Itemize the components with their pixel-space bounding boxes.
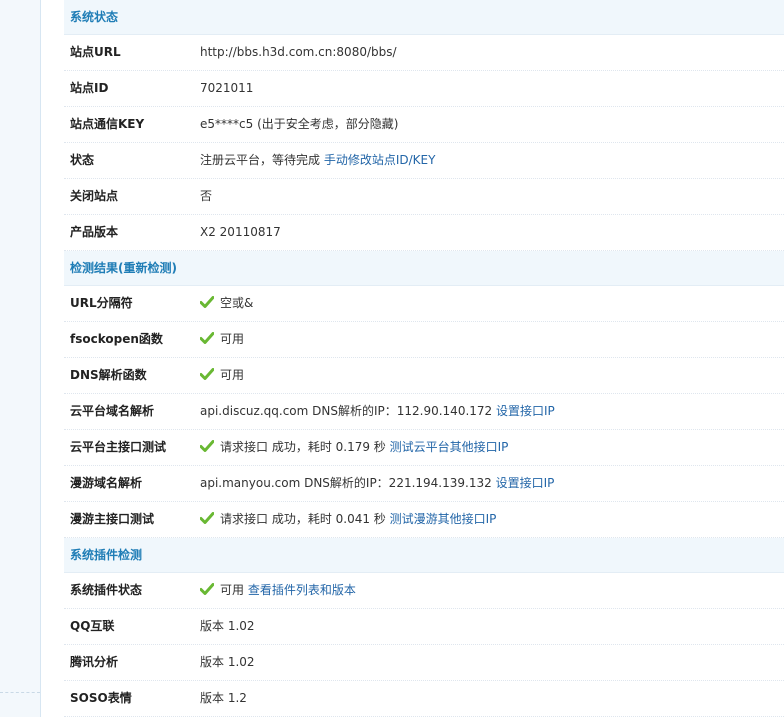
tencent-analytics-version: 版本 1.02 bbox=[200, 655, 255, 669]
fsockopen-text: 可用 bbox=[220, 332, 245, 346]
site-id-text: 7021011 bbox=[200, 81, 254, 95]
qq-connect-version: 版本 1.02 bbox=[200, 619, 255, 633]
row-label: 关闭站点 bbox=[70, 189, 119, 203]
row-label: fsockopen函数 bbox=[70, 332, 163, 346]
row-label: SOSO表情 bbox=[70, 691, 132, 705]
set-cloud-ip-link[interactable]: 设置接口IP bbox=[496, 404, 555, 418]
site-key-text: e5****c5 (出于安全考虑，部分隐藏) bbox=[200, 117, 399, 131]
row-label: 状态 bbox=[70, 153, 95, 167]
row-value: api.manyou.com DNS解析的IP：221.194.139.132 … bbox=[200, 466, 554, 501]
test-manyou-other-ip-link[interactable]: 测试漫游其他接口IP bbox=[390, 512, 497, 526]
row-label: 站点URL bbox=[70, 45, 121, 59]
section-title: 系统插件检测 bbox=[70, 548, 143, 562]
row-label: 腾讯分析 bbox=[70, 655, 119, 669]
section-check-results: 检测结果(重新检测) bbox=[64, 251, 784, 286]
row-value: 否 bbox=[200, 179, 212, 214]
row-value: 7021011 bbox=[200, 71, 253, 106]
cloud-dns-text: api.discuz.qq.com DNS解析的IP：112.90.140.17… bbox=[200, 404, 493, 418]
row-url-separator: URL分隔符 空或& bbox=[64, 286, 784, 322]
edit-site-id-key-link[interactable]: 手动修改站点ID/KEY bbox=[324, 153, 436, 167]
row-label: 漫游主接口测试 bbox=[70, 512, 155, 526]
row-value: 可用 bbox=[200, 358, 244, 393]
recheck-link[interactable]: 重新检测 bbox=[124, 261, 172, 275]
check-icon bbox=[200, 583, 214, 595]
set-manyou-ip-link[interactable]: 设置接口IP bbox=[496, 476, 555, 490]
cloud-api-test-text: 请求接口 成功，耗时 0.179 秒 bbox=[220, 440, 386, 454]
row-tencent-analytics: 腾讯分析 版本 1.02 bbox=[64, 645, 784, 681]
sidebar-divider bbox=[0, 692, 40, 693]
row-value: 版本 1.02 bbox=[200, 609, 255, 644]
row-value: 空或& bbox=[200, 286, 253, 321]
row-product-version: 产品版本 X2 20110817 bbox=[64, 215, 784, 251]
section-title: 系统状态 bbox=[70, 10, 119, 24]
status-text: 注册云平台，等待完成 bbox=[200, 153, 321, 167]
row-value: 可用 bbox=[200, 322, 244, 357]
row-cloud-dns: 云平台域名解析 api.discuz.qq.com DNS解析的IP：112.9… bbox=[64, 394, 784, 430]
close-site-text: 否 bbox=[200, 189, 213, 203]
row-label: DNS解析函数 bbox=[70, 368, 147, 382]
row-label: 站点通信KEY bbox=[70, 117, 145, 131]
row-value: 请求接口 成功，耗时 0.179 秒 测试云平台其他接口IP bbox=[200, 430, 508, 465]
product-version-text: X2 20110817 bbox=[200, 225, 281, 239]
row-value: e5****c5 (出于安全考虑，部分隐藏) bbox=[200, 107, 398, 142]
row-value: 可用 查看插件列表和版本 bbox=[200, 573, 356, 608]
row-value: X2 20110817 bbox=[200, 215, 281, 250]
site-url-text: http://bbs.h3d.com.cn:8080/bbs/ bbox=[200, 45, 397, 59]
row-cloud-api-test: 云平台主接口测试 请求接口 成功，耗时 0.179 秒 测试云平台其他接口IP bbox=[64, 430, 784, 466]
row-value: 注册云平台，等待完成 手动修改站点ID/KEY bbox=[200, 143, 435, 178]
row-manyou-api-test: 漫游主接口测试 请求接口 成功，耗时 0.041 秒 测试漫游其他接口IP bbox=[64, 502, 784, 538]
manyou-api-test-text: 请求接口 成功，耗时 0.041 秒 bbox=[220, 512, 386, 526]
row-label: URL分隔符 bbox=[70, 296, 133, 310]
row-dns-function: DNS解析函数 可用 bbox=[64, 358, 784, 394]
check-icon bbox=[200, 332, 214, 344]
plugin-status-text: 可用 bbox=[220, 583, 245, 597]
cloud-diagnostics-panel: 系统状态 站点URL http://bbs.h3d.com.cn:8080/bb… bbox=[64, 0, 784, 717]
row-value: api.discuz.qq.com DNS解析的IP：112.90.140.17… bbox=[200, 394, 555, 429]
dns-function-text: 可用 bbox=[220, 368, 245, 382]
row-site-id: 站点ID 7021011 bbox=[64, 71, 784, 107]
row-site-url: 站点URL http://bbs.h3d.com.cn:8080/bbs/ bbox=[64, 35, 784, 71]
test-cloud-other-ip-link[interactable]: 测试云平台其他接口IP bbox=[390, 440, 509, 454]
row-value: 请求接口 成功，耗时 0.041 秒 测试漫游其他接口IP bbox=[200, 502, 496, 537]
section-title: 检测结果 bbox=[70, 261, 119, 275]
check-icon bbox=[200, 512, 214, 524]
row-value: 版本 1.02 bbox=[200, 645, 255, 680]
row-label: 系统插件状态 bbox=[70, 583, 143, 597]
row-qq-connect: QQ互联 版本 1.02 bbox=[64, 609, 784, 645]
section-plugin-check: 系统插件检测 bbox=[64, 538, 784, 573]
row-label: 站点ID bbox=[70, 81, 109, 95]
row-close-site: 关闭站点 否 bbox=[64, 179, 784, 215]
row-soso-emoji: SOSO表情 版本 1.2 bbox=[64, 681, 784, 717]
paren-close: ) bbox=[171, 261, 177, 275]
soso-emoji-version: 版本 1.2 bbox=[200, 691, 247, 705]
left-sidebar bbox=[0, 0, 41, 717]
row-fsockopen: fsockopen函数 可用 bbox=[64, 322, 784, 358]
check-icon bbox=[200, 296, 214, 308]
row-manyou-dns: 漫游域名解析 api.manyou.com DNS解析的IP：221.194.1… bbox=[64, 466, 784, 502]
row-value: http://bbs.h3d.com.cn:8080/bbs/ bbox=[200, 35, 397, 70]
row-value: 版本 1.2 bbox=[200, 681, 247, 716]
section-system-status: 系统状态 bbox=[64, 0, 784, 35]
row-label: QQ互联 bbox=[70, 619, 115, 633]
row-status: 状态 注册云平台，等待完成 手动修改站点ID/KEY bbox=[64, 143, 784, 179]
check-icon bbox=[200, 368, 214, 380]
row-label: 云平台域名解析 bbox=[70, 404, 155, 418]
manyou-dns-text: api.manyou.com DNS解析的IP：221.194.139.132 bbox=[200, 476, 492, 490]
view-plugin-list-link[interactable]: 查看插件列表和版本 bbox=[248, 583, 356, 597]
row-plugin-status: 系统插件状态 可用 查看插件列表和版本 bbox=[64, 573, 784, 609]
row-label: 漫游域名解析 bbox=[70, 476, 143, 490]
url-separator-text: 空或& bbox=[220, 296, 254, 310]
row-label: 产品版本 bbox=[70, 225, 119, 239]
row-label: 云平台主接口测试 bbox=[70, 440, 167, 454]
check-icon bbox=[200, 440, 214, 452]
row-site-key: 站点通信KEY e5****c5 (出于安全考虑，部分隐藏) bbox=[64, 107, 784, 143]
